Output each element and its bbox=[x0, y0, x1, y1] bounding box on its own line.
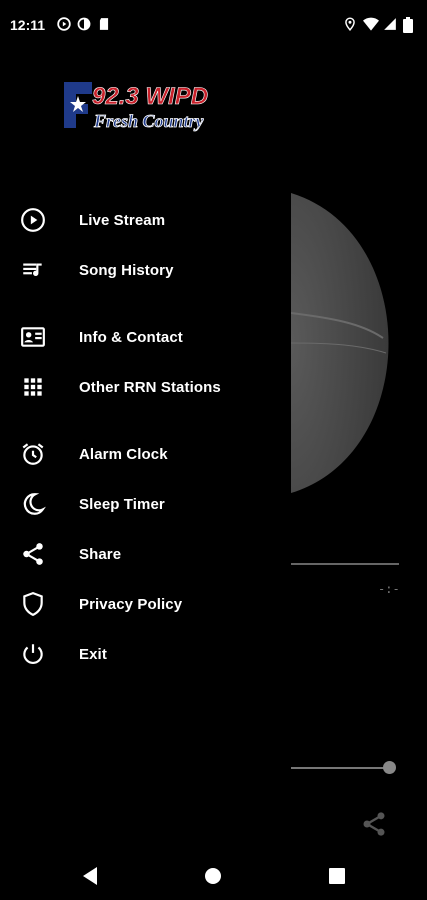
home-icon[interactable] bbox=[201, 864, 225, 888]
menu-item-label: Sleep Timer bbox=[79, 495, 165, 513]
menu-item-label: Alarm Clock bbox=[79, 445, 168, 463]
back-icon[interactable] bbox=[78, 864, 102, 888]
sd-card-icon bbox=[97, 17, 111, 31]
play-circle-icon bbox=[57, 17, 71, 31]
shield-icon bbox=[20, 591, 46, 617]
menu-item-sleep-timer[interactable]: Sleep Timer bbox=[0, 481, 291, 527]
volume-slider[interactable] bbox=[291, 767, 389, 769]
menu-item-label: Live Stream bbox=[79, 211, 166, 229]
logo-line1: 92.3 WIPD bbox=[92, 83, 208, 110]
menu-item-label: Other RRN Stations bbox=[79, 378, 221, 396]
menu-item-share[interactable]: Share bbox=[0, 531, 291, 577]
share-icon bbox=[20, 541, 46, 567]
menu-item-live-stream[interactable]: Live Stream bbox=[0, 197, 291, 243]
menu-item-privacy-policy[interactable]: Privacy Policy bbox=[0, 581, 291, 627]
location-icon bbox=[343, 17, 357, 31]
seek-bar[interactable] bbox=[291, 563, 399, 565]
volume-slider-thumb[interactable] bbox=[383, 761, 396, 774]
menu-item-exit[interactable]: Exit bbox=[0, 631, 291, 677]
battery-icon bbox=[403, 17, 417, 33]
menu-item-label: Exit bbox=[79, 645, 107, 663]
menu-item-label: Info & Contact bbox=[79, 328, 183, 346]
wifi-icon bbox=[363, 17, 379, 31]
alarm-clock-icon bbox=[20, 441, 46, 467]
menu-item-label: Privacy Policy bbox=[79, 595, 183, 613]
share-icon[interactable] bbox=[360, 810, 388, 838]
status-bar: 12:11 bbox=[0, 0, 427, 52]
station-logo: 92.3 WIPD Fresh Country bbox=[62, 80, 230, 138]
menu-item-song-history[interactable]: Song History bbox=[0, 247, 291, 293]
time-readout: -:- bbox=[378, 582, 400, 596]
grid-icon bbox=[20, 374, 46, 400]
play-circle-icon bbox=[20, 207, 46, 233]
navigation-drawer: 92.3 WIPD Fresh Country Live Stream Song… bbox=[0, 0, 291, 900]
menu-item-info-contact[interactable]: Info & Contact bbox=[0, 314, 291, 360]
album-art-disc bbox=[291, 193, 391, 493]
power-icon bbox=[20, 641, 46, 667]
moon-icon bbox=[20, 491, 46, 517]
menu-item-alarm-clock[interactable]: Alarm Clock bbox=[0, 431, 291, 477]
recents-icon[interactable] bbox=[325, 864, 349, 888]
menu-item-label: Share bbox=[79, 545, 122, 563]
status-time: 12:11 bbox=[10, 17, 46, 33]
app-icon bbox=[77, 17, 91, 31]
logo-line2: Fresh Country bbox=[93, 111, 205, 131]
playlist-icon bbox=[20, 257, 46, 283]
menu-item-label: Song History bbox=[79, 261, 174, 279]
contact-card-icon bbox=[20, 324, 46, 350]
menu-item-other-stations[interactable]: Other RRN Stations bbox=[0, 364, 291, 410]
system-nav-bar bbox=[0, 852, 427, 900]
signal-icon bbox=[383, 17, 397, 31]
